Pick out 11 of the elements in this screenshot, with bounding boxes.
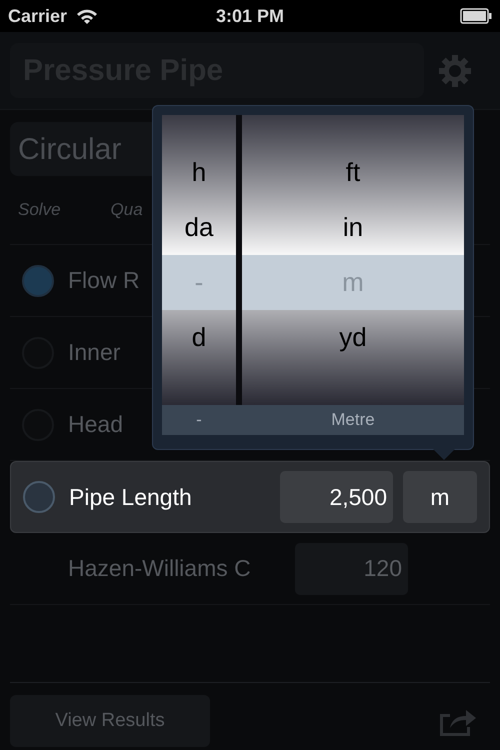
- status-time: 3:01 PM: [216, 4, 284, 28]
- row-label: Head: [68, 410, 123, 440]
- row-label: Pipe Length: [69, 482, 192, 512]
- row-label: Inner: [68, 338, 120, 368]
- carrier-label: Carrier: [8, 4, 68, 28]
- column-header: Qua: [110, 199, 143, 222]
- row-label: Hazen-Williams C: [68, 554, 251, 584]
- picker-caption: Metre: [330, 409, 376, 432]
- row-label: Flow R: [68, 266, 140, 296]
- column-header: Solve: [18, 199, 61, 222]
- picker-caption: -: [195, 409, 203, 432]
